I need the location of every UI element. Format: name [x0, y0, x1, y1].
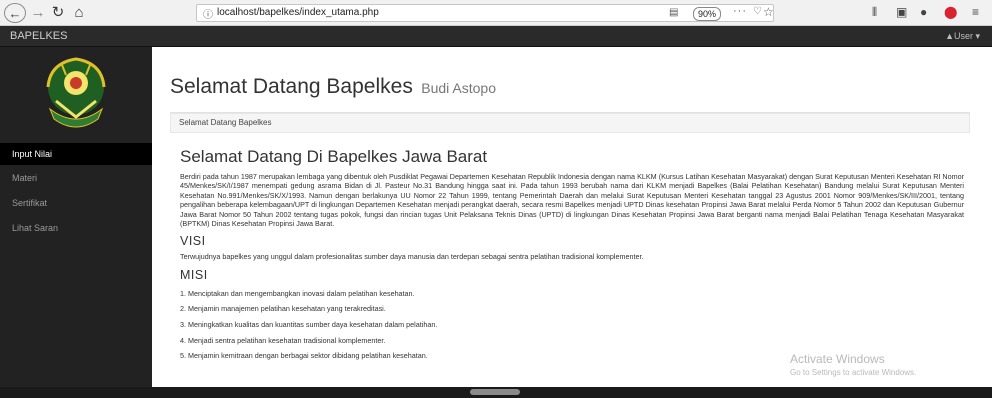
intro-paragraph: Berdiri pada tahun 1987 merupakan lembag…	[180, 172, 964, 229]
visi-heading: VISI	[180, 234, 206, 249]
bottom-scroll-strip	[0, 387, 992, 398]
breadcrumb: Selamat Datang Bapelkes	[170, 113, 970, 133]
misi-item: 2. Menjamin manajemen pelatihan kesehata…	[180, 304, 386, 314]
misi-heading: MISI	[180, 267, 208, 282]
reload-icon[interactable]: ↻	[50, 3, 66, 23]
visi-text: Terwujudnya bapelkes yang unggul dalam p…	[180, 252, 644, 262]
back-arrow-icon[interactable]: ←	[4, 3, 26, 23]
misi-item: 1. Menciptakan dan mengembangkan inovasi…	[180, 288, 415, 298]
logo	[0, 47, 152, 137]
app-navbar: BAPELKES ▲User ▾	[0, 26, 992, 47]
sidebar-item-sertifikat[interactable]: Sertifikat	[0, 192, 152, 214]
page-title: Selamat Datang Bapelkes	[170, 75, 413, 98]
page-subtitle: Budi Astopo	[421, 80, 496, 96]
user-dropdown[interactable]: ▲User ▾	[945, 31, 980, 42]
page-actions-icon[interactable]: ···	[733, 5, 747, 17]
sidebar-item-materi[interactable]: Materi	[0, 167, 152, 189]
activate-windows-watermark: Activate Windows Go to Settings to activ…	[790, 352, 916, 377]
reader-view-icon[interactable]: ▤	[669, 7, 678, 18]
pocket-icon[interactable]: ♡	[753, 6, 762, 17]
home-icon[interactable]: ⌂	[70, 3, 88, 23]
bookmark-star-icon[interactable]: ☆	[763, 5, 774, 19]
browser-toolbar: ← → ↻ ⌂ ⓘ localhost/bapelkes/index_utama…	[0, 0, 992, 26]
forward-arrow-icon[interactable]: →	[30, 3, 46, 23]
watermark-subtitle: Go to Settings to activate Windows.	[790, 368, 917, 377]
welcome-heading: Selamat Datang Di Bapelkes Jawa Barat	[180, 147, 488, 166]
sidebar-toggle-icon[interactable]: ▣	[896, 5, 907, 19]
misi-item: 3. Meningkatkan kualitas dan kuantitas s…	[180, 320, 438, 330]
west-java-emblem-logo	[46, 57, 106, 128]
site-info-icon[interactable]: ⓘ	[203, 6, 213, 21]
url-text[interactable]: localhost/bapelkes/index_utama.php	[217, 7, 379, 18]
menu-icon[interactable]: ≡	[972, 5, 979, 19]
sidebar-item-lihat-saran[interactable]: Lihat Saran	[0, 217, 152, 239]
account-icon[interactable]: ●	[920, 5, 927, 19]
brand-link[interactable]: BAPELKES	[10, 30, 67, 42]
welcome-section: Selamat Datang Di Bapelkes Jawa Barat Be…	[180, 147, 964, 364]
scrollbar-thumb[interactable]	[470, 389, 520, 395]
page-header: Selamat Datang Bapelkes Budi Astopo	[170, 75, 970, 113]
sidebar-item-input-nilai[interactable]: Input Nilai	[0, 143, 152, 165]
sidebar: Input Nilai Materi Sertifikat Lihat Sara…	[0, 47, 152, 387]
main-content: Selamat Datang Bapelkes Budi Astopo Sela…	[152, 47, 992, 387]
address-bar[interactable]: ⓘ localhost/bapelkes/index_utama.php ▤ 9…	[196, 4, 774, 22]
adblock-icon[interactable]: ⬤	[944, 5, 957, 19]
watermark-title: Activate Windows	[790, 352, 885, 366]
misi-item: 4. Menjadi sentra pelatihan kesehatan tr…	[180, 335, 386, 345]
library-icon[interactable]: ⫴	[872, 5, 877, 20]
zoom-level[interactable]: 90%	[693, 7, 722, 21]
